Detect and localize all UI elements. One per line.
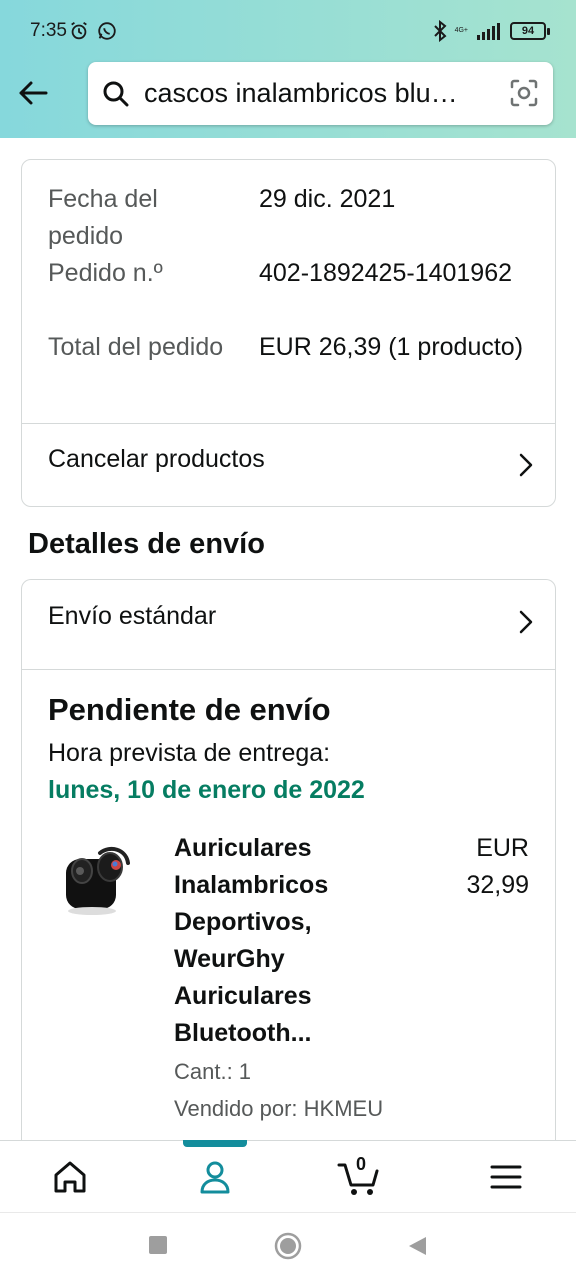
back-arrow-icon[interactable] <box>16 76 50 110</box>
cancel-products-label: Cancelar productos <box>48 445 265 473</box>
bottom-navigation <box>0 1140 576 1212</box>
network-type-label: 4G+ <box>454 27 468 34</box>
recents-icon[interactable] <box>148 1235 168 1255</box>
shipping-card: Envío estándar Pendiente de envío Hora p… <box>21 579 556 1140</box>
order-total-value: EUR 26,39 (1 producto) <box>259 333 524 361</box>
order-number-value: 402-1892425-1401962 <box>259 259 513 287</box>
alarm-icon <box>71 21 87 40</box>
battery-level: 94 <box>521 25 535 37</box>
order-details-content[interactable]: Fecha del pedido 29 dic. 2021 Pedido n.º… <box>0 138 576 1140</box>
camera-search-icon[interactable] <box>509 78 539 108</box>
status-notification-icons <box>68 20 118 42</box>
divider <box>22 669 555 670</box>
search-icon <box>103 81 129 107</box>
product-title-link[interactable]: Auriculares Inalambricos Deportivos, Weu… <box>174 830 424 1052</box>
account-icon[interactable] <box>193 1155 237 1199</box>
chevron-right-icon <box>519 453 533 477</box>
order-summary-card: Fecha del pedido 29 dic. 2021 Pedido n.º… <box>21 159 556 507</box>
product-price: EUR 32,99 <box>466 834 529 899</box>
product-image[interactable] <box>62 841 134 921</box>
shipping-method-button[interactable]: Envío estándar <box>22 580 555 664</box>
order-date-value: 29 dic. 2021 <box>259 185 396 213</box>
shipment-status-title: Pendiente de envío <box>48 692 331 727</box>
product-quantity: Cant.: 1 <box>174 1059 252 1084</box>
home-icon[interactable] <box>48 1155 92 1199</box>
home-button-icon[interactable] <box>274 1232 302 1260</box>
menu-icon[interactable] <box>484 1155 528 1199</box>
status-bar: 7:35 4G+ 94 <box>0 0 576 62</box>
search-input[interactable]: cascos inalambricos blu… <box>144 78 494 109</box>
order-number-label: Pedido n.º <box>48 259 163 287</box>
back-button-icon[interactable] <box>406 1235 428 1257</box>
eta-label: Hora prevista de entrega: <box>48 739 331 767</box>
system-navigation-bar <box>0 1212 576 1280</box>
order-total-label: Total del pedido <box>48 333 224 361</box>
order-date-label: Fecha del pedido <box>48 185 158 250</box>
eta-date: lunes, 10 de enero de 2022 <box>48 776 365 804</box>
search-bar[interactable]: cascos inalambricos blu… <box>88 62 553 125</box>
battery-icon: 94 <box>510 22 550 40</box>
bluetooth-icon <box>433 20 447 42</box>
shipping-method-label: Envío estándar <box>48 602 217 630</box>
cancel-products-button[interactable]: Cancelar productos <box>22 423 555 507</box>
product-seller: Vendido por: HKMEU <box>174 1096 384 1121</box>
chevron-right-icon <box>519 610 533 634</box>
signal-icon <box>477 23 500 40</box>
whatsapp-icon <box>98 22 116 40</box>
status-right-icons: 4G+ 94 <box>433 20 550 42</box>
shipping-section-title: Detalles de envío <box>28 528 265 560</box>
app-header: 7:35 4G+ 94 cascos inalambricos blu… <box>0 0 576 138</box>
status-time: 7:35 <box>30 20 67 41</box>
active-tab-indicator <box>183 1140 247 1147</box>
cart-count: 0 <box>356 1154 367 1174</box>
